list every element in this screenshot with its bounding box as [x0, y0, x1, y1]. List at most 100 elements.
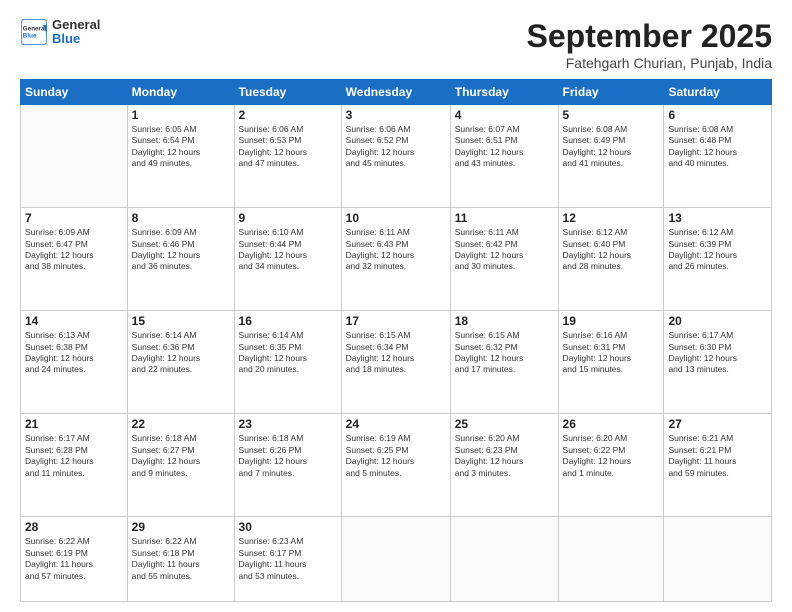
calendar-week-3: 14 Sunrise: 6:13 AMSunset: 6:38 PMDayligh… [21, 311, 772, 414]
day-number: 15 [132, 314, 230, 328]
calendar-cell: 16 Sunrise: 6:14 AMSunset: 6:35 PMDayligh… [234, 311, 341, 414]
day-number: 29 [132, 520, 230, 534]
day-number: 18 [455, 314, 554, 328]
day-info: Sunrise: 6:10 AMSunset: 6:44 PMDaylight:… [239, 227, 337, 273]
day-info: Sunrise: 6:14 AMSunset: 6:35 PMDaylight:… [239, 330, 337, 376]
calendar-cell: 19 Sunrise: 6:16 AMSunset: 6:31 PMDayligh… [558, 311, 664, 414]
weekday-header-sunday: Sunday [21, 80, 128, 105]
day-number: 10 [346, 211, 446, 225]
day-info: Sunrise: 6:18 AMSunset: 6:27 PMDaylight:… [132, 433, 230, 479]
day-number: 14 [25, 314, 123, 328]
calendar-cell: 11 Sunrise: 6:11 AMSunset: 6:42 PMDayligh… [450, 208, 558, 311]
calendar-cell: 23Sunrise: 6:18 AMSunset: 6:26 PMDayligh… [234, 414, 341, 517]
calendar-cell: 4Sunrise: 6:07 AMSunset: 6:51 PMDaylight… [450, 105, 558, 208]
day-number: 17 [346, 314, 446, 328]
day-info: Sunrise: 6:15 AMSunset: 6:32 PMDaylight:… [455, 330, 554, 376]
weekday-header-wednesday: Wednesday [341, 80, 450, 105]
calendar-cell: 21 Sunrise: 6:17 AMSunset: 6:28 PMDayligh… [21, 414, 128, 517]
calendar-cell: 8Sunrise: 6:09 AMSunset: 6:46 PMDaylight… [127, 208, 234, 311]
calendar-cell: 17 Sunrise: 6:15 AMSunset: 6:34 PMDayligh… [341, 311, 450, 414]
day-info: Sunrise: 6:16 AMSunset: 6:31 PMDaylight:… [563, 330, 660, 376]
day-number: 21 [25, 417, 123, 431]
weekday-header-friday: Friday [558, 80, 664, 105]
calendar-cell: 22 Sunrise: 6:18 AMSunset: 6:27 PMDayligh… [127, 414, 234, 517]
day-info: Sunrise: 6:11 AMSunset: 6:43 PMDaylight:… [346, 227, 446, 273]
day-info: Sunrise: 6:20 AMSunset: 6:22 PMDaylight:… [563, 433, 660, 479]
logo-icon: General Blue [20, 18, 48, 46]
calendar-cell: 25 Sunrise: 6:20 AMSunset: 6:23 PMDayligh… [450, 414, 558, 517]
day-info: Sunrise: 6:06 AMSunset: 6:53 PMDaylight:… [239, 124, 337, 170]
calendar-cell: 6 Sunrise: 6:08 AMSunset: 6:48 PMDaylight… [664, 105, 772, 208]
day-number: 20 [668, 314, 767, 328]
calendar-cell: 14 Sunrise: 6:13 AMSunset: 6:38 PMDayligh… [21, 311, 128, 414]
calendar-cell: 29 Sunrise: 6:22 AMSunset: 6:18 PMDayligh… [127, 517, 234, 602]
day-info: Sunrise: 6:22 AMSunset: 6:18 PMDaylight:… [132, 536, 230, 582]
title-block: September 2025 Fatehgarh Churian, Punjab… [527, 18, 772, 71]
day-info: Sunrise: 6:19 AMSunset: 6:25 PMDaylight:… [346, 433, 446, 479]
day-number: 23 [239, 417, 337, 431]
day-info: Sunrise: 6:11 AMSunset: 6:42 PMDaylight:… [455, 227, 554, 273]
weekday-header-saturday: Saturday [664, 80, 772, 105]
day-number: 7 [25, 211, 123, 225]
day-info: Sunrise: 6:08 AMSunset: 6:48 PMDaylight:… [668, 124, 767, 170]
calendar-cell: 18 Sunrise: 6:15 AMSunset: 6:32 PMDayligh… [450, 311, 558, 414]
calendar-cell: 13Sunrise: 6:12 AMSunset: 6:39 PMDayligh… [664, 208, 772, 311]
logo-general-text: General [52, 18, 100, 32]
day-info: Sunrise: 6:20 AMSunset: 6:23 PMDaylight:… [455, 433, 554, 479]
calendar-week-2: 7 Sunrise: 6:09 AMSunset: 6:47 PMDaylight… [21, 208, 772, 311]
calendar-cell [450, 517, 558, 602]
day-info: Sunrise: 6:09 AMSunset: 6:47 PMDaylight:… [25, 227, 123, 273]
day-info: Sunrise: 6:21 AMSunset: 6:21 PMDaylight:… [668, 433, 767, 479]
day-number: 6 [668, 108, 767, 122]
page: General Blue General Blue September 2025… [0, 0, 792, 612]
day-info: Sunrise: 6:17 AMSunset: 6:30 PMDaylight:… [668, 330, 767, 376]
calendar-cell: 9 Sunrise: 6:10 AMSunset: 6:44 PMDaylight… [234, 208, 341, 311]
day-number: 24 [346, 417, 446, 431]
svg-text:General: General [23, 26, 47, 33]
logo: General Blue General Blue [20, 18, 100, 47]
weekday-header-thursday: Thursday [450, 80, 558, 105]
day-info: Sunrise: 6:12 AMSunset: 6:40 PMDaylight:… [563, 227, 660, 273]
day-number: 2 [239, 108, 337, 122]
day-number: 9 [239, 211, 337, 225]
day-info: Sunrise: 6:17 AMSunset: 6:28 PMDaylight:… [25, 433, 123, 479]
calendar-cell [21, 105, 128, 208]
calendar-cell: 20 Sunrise: 6:17 AMSunset: 6:30 PMDayligh… [664, 311, 772, 414]
calendar-cell [558, 517, 664, 602]
month-title: September 2025 [527, 18, 772, 55]
day-number: 25 [455, 417, 554, 431]
calendar-cell: 7 Sunrise: 6:09 AMSunset: 6:47 PMDaylight… [21, 208, 128, 311]
day-number: 26 [563, 417, 660, 431]
calendar-cell: 12 Sunrise: 6:12 AMSunset: 6:40 PMDayligh… [558, 208, 664, 311]
calendar-cell: 2 Sunrise: 6:06 AMSunset: 6:53 PMDaylight… [234, 105, 341, 208]
calendar-cell: 30Sunrise: 6:23 AMSunset: 6:17 PMDayligh… [234, 517, 341, 602]
day-number: 11 [455, 211, 554, 225]
day-info: Sunrise: 6:09 AMSunset: 6:46 PMDaylight:… [132, 227, 230, 273]
weekday-header-row: SundayMondayTuesdayWednesdayThursdayFrid… [21, 80, 772, 105]
day-info: Sunrise: 6:06 AMSunset: 6:52 PMDaylight:… [346, 124, 446, 170]
day-info: Sunrise: 6:22 AMSunset: 6:19 PMDaylight:… [25, 536, 123, 582]
calendar-cell: 1Sunrise: 6:05 AMSunset: 6:54 PMDaylight… [127, 105, 234, 208]
day-info: Sunrise: 6:15 AMSunset: 6:34 PMDaylight:… [346, 330, 446, 376]
day-info: Sunrise: 6:07 AMSunset: 6:51 PMDaylight:… [455, 124, 554, 170]
calendar-cell: 26 Sunrise: 6:20 AMSunset: 6:22 PMDayligh… [558, 414, 664, 517]
calendar-cell: 27 Sunrise: 6:21 AMSunset: 6:21 PMDayligh… [664, 414, 772, 517]
calendar-week-5: 28 Sunrise: 6:22 AMSunset: 6:19 PMDayligh… [21, 517, 772, 602]
day-number: 27 [668, 417, 767, 431]
day-info: Sunrise: 6:14 AMSunset: 6:36 PMDaylight:… [132, 330, 230, 376]
day-info: Sunrise: 6:05 AMSunset: 6:54 PMDaylight:… [132, 124, 230, 170]
calendar-cell: 28 Sunrise: 6:22 AMSunset: 6:19 PMDayligh… [21, 517, 128, 602]
day-number: 22 [132, 417, 230, 431]
day-number: 28 [25, 520, 123, 534]
day-number: 19 [563, 314, 660, 328]
day-number: 13 [668, 211, 767, 225]
calendar-cell: 5Sunrise: 6:08 AMSunset: 6:49 PMDaylight… [558, 105, 664, 208]
day-number: 16 [239, 314, 337, 328]
day-number: 12 [563, 211, 660, 225]
location: Fatehgarh Churian, Punjab, India [527, 55, 772, 71]
header: General Blue General Blue September 2025… [20, 18, 772, 71]
logo-blue-text: Blue [52, 32, 100, 46]
day-info: Sunrise: 6:13 AMSunset: 6:38 PMDaylight:… [25, 330, 123, 376]
calendar-cell: 10 Sunrise: 6:11 AMSunset: 6:43 PMDayligh… [341, 208, 450, 311]
day-number: 3 [346, 108, 446, 122]
